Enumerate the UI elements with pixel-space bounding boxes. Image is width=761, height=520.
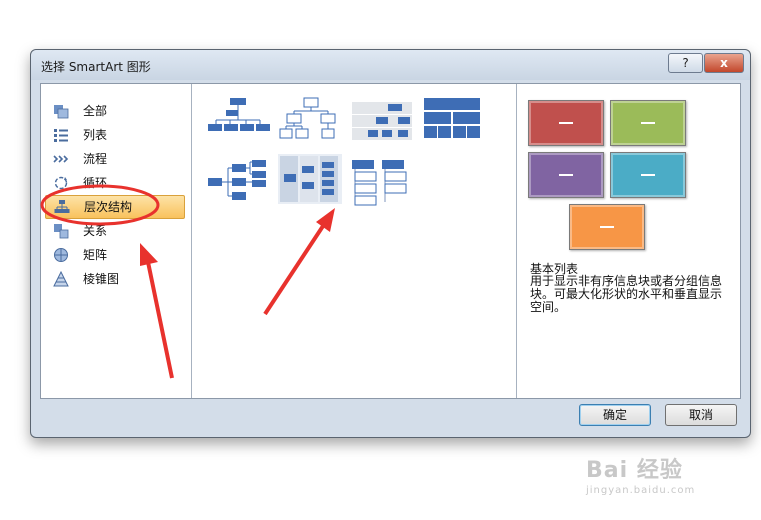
- ok-button[interactable]: 确定: [579, 404, 651, 426]
- dialog-content: 全部 列表 流程 循环 层次结构 关系 矩阵 棱锥图 基本列表 用于显示非有序信…: [40, 83, 741, 399]
- title-bar: 选择 SmartArt 图形 ? x: [31, 50, 750, 80]
- preview-shape: [569, 204, 645, 250]
- category-matrix[interactable]: 矩阵: [45, 244, 183, 266]
- cancel-button[interactable]: 取消: [665, 404, 737, 426]
- category-cycle[interactable]: 循环: [45, 172, 183, 194]
- category-label: 矩阵: [83, 248, 108, 262]
- hierarchy-icon: [54, 200, 70, 213]
- preview-shape: [610, 100, 686, 146]
- preview-shape: [610, 152, 686, 198]
- category-label: 关系: [83, 224, 108, 238]
- layout-gallery: [192, 84, 517, 398]
- relationship-icon: [54, 224, 69, 239]
- category-label: 流程: [83, 152, 108, 166]
- category-label: 循环: [83, 176, 108, 190]
- horizontal-hierarchy-layout-icon: [208, 160, 266, 200]
- baidu-watermark: Bai 经验 jingyan.baidu.com: [586, 452, 726, 502]
- category-all[interactable]: 全部: [45, 100, 183, 122]
- category-label: 层次结构: [84, 200, 133, 214]
- category-label: 棱锥图: [83, 272, 120, 286]
- layout-thumbnail[interactable]: [350, 158, 414, 208]
- category-process[interactable]: 流程: [45, 148, 183, 170]
- pyramid-icon: [53, 271, 69, 287]
- hierarchy-layout-icon: [279, 97, 336, 139]
- layout-thumbnail[interactable]: [206, 158, 270, 208]
- layout-thumbnail[interactable]: [206, 96, 270, 146]
- lined-list-layout-icon: [280, 156, 338, 202]
- watermark-url: jingyan.baidu.com: [586, 485, 696, 496]
- layout-thumbnail[interactable]: [278, 154, 342, 204]
- labeled-hierarchy-layout-icon: [352, 102, 412, 140]
- layout-description: 用于显示非有序信息块或者分组信息块。可最大化形状的水平和垂直显示空间。: [530, 274, 723, 314]
- category-relationship[interactable]: 关系: [45, 220, 183, 242]
- preview-shape: [528, 100, 604, 146]
- cycle-icon: [54, 176, 68, 190]
- category-list: 全部 列表 流程 循环 层次结构 关系 矩阵 棱锥图: [41, 84, 192, 398]
- category-hierarchy[interactable]: 层次结构: [45, 195, 185, 219]
- preview-pane: 基本列表 用于显示非有序信息块或者分组信息块。可最大化形状的水平和垂直显示空间。: [517, 84, 740, 398]
- category-pyramid[interactable]: 棱锥图: [45, 268, 183, 290]
- preview-shape: [528, 152, 604, 198]
- layout-thumbnail[interactable]: [278, 96, 342, 146]
- org-chart-layout-icon: [208, 98, 270, 131]
- hierarchy-list-layout-icon: [352, 160, 407, 206]
- matrix-icon: [54, 248, 68, 262]
- category-label: 列表: [83, 128, 108, 142]
- close-button[interactable]: x: [704, 53, 744, 73]
- list-icon: [54, 129, 68, 142]
- all-icon: [54, 105, 69, 119]
- layout-thumbnail[interactable]: [350, 96, 414, 146]
- category-label: 全部: [83, 104, 108, 118]
- help-button[interactable]: ?: [668, 53, 703, 73]
- table-hierarchy-layout-icon: [424, 98, 480, 138]
- category-list-item[interactable]: 列表: [45, 124, 183, 146]
- smartart-dialog: 选择 SmartArt 图形 ? x 全部 列表 流程 循环 层次结构 关系 矩…: [30, 49, 751, 438]
- layout-thumbnail[interactable]: [422, 96, 486, 146]
- process-icon: [53, 155, 69, 163]
- watermark-main: Bai 经验: [586, 458, 683, 483]
- dialog-title: 选择 SmartArt 图形: [41, 60, 151, 74]
